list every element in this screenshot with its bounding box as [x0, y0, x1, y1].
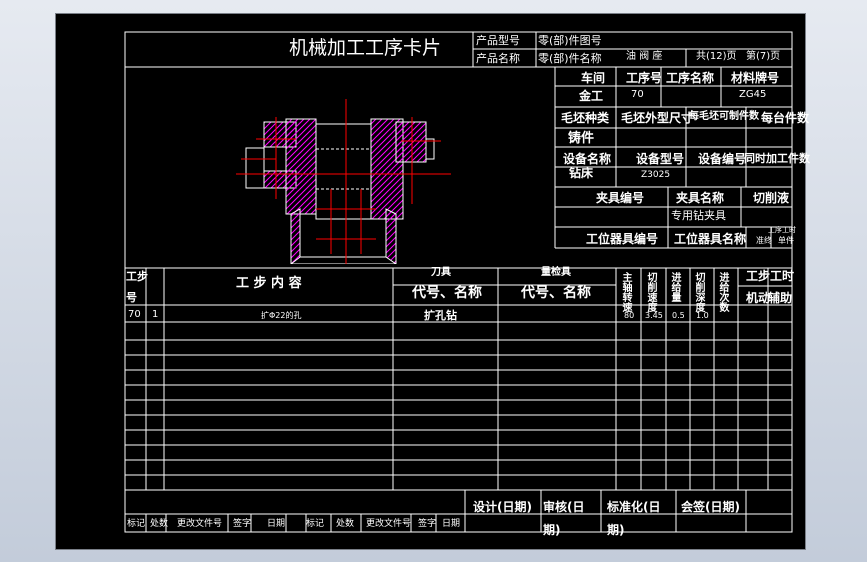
bottom-left-wall	[290, 208, 301, 264]
gauge-code-header: 代号、名称	[521, 285, 591, 301]
equipment-no-label: 设备编号	[698, 152, 747, 166]
part-drawing-no-label: 零(部)件图号	[538, 34, 602, 47]
machine-time-header: 机动	[746, 291, 771, 305]
row-tool: 扩孔钻	[424, 309, 457, 322]
simultaneous-label: 同时加工件数	[744, 152, 810, 165]
row-step-no: 1	[152, 309, 159, 320]
row-depth: 1.0	[696, 311, 709, 320]
product-model-label: 产品型号	[476, 34, 520, 47]
time-unit-label: 单件	[778, 236, 794, 245]
pieces-per-unit-label: 每台件数	[761, 111, 810, 125]
equipment-model-value: Z3025	[641, 170, 671, 180]
sign-label-2: 签字	[418, 519, 437, 529]
mark-label-2: 标记	[306, 519, 325, 529]
blank-type-label: 毛坯种类	[561, 111, 610, 125]
change-doc-label: 更改文件号	[177, 519, 223, 529]
count-label: 处数	[150, 519, 169, 529]
design-date-label: 设计(日期)	[473, 500, 532, 514]
pieces-per-blank-label: 每毛坯可制件数	[689, 111, 759, 122]
right-boss	[425, 138, 435, 160]
equipment-model-label: 设备型号	[636, 152, 685, 166]
part-section-drawing	[236, 99, 451, 264]
equipment-name-label: 设备名称	[563, 152, 612, 166]
row-cutting-speed: 3.45	[645, 311, 663, 320]
station-tool-name-label: 工位器具名称	[674, 232, 747, 246]
equipment-name-value: 钻床	[569, 166, 594, 180]
part-name-value: 油 阀 座	[626, 51, 663, 62]
standardization-date-label: 标准化(日期)	[607, 500, 661, 537]
spindle-speed-header: 主轴转速	[620, 272, 631, 312]
fixture-name-label: 夹具名称	[676, 191, 725, 205]
tool-code-header: 代号、名称	[412, 285, 482, 301]
workshop-value: 金工	[579, 89, 604, 103]
sign-label: 签字	[233, 519, 252, 529]
row-operation-no: 70	[128, 309, 141, 320]
depth-header: 切削深度	[693, 272, 704, 312]
right-flange	[395, 121, 427, 163]
card-title: 机械加工工序卡片	[289, 37, 442, 59]
gauge-header: 量检具	[541, 267, 571, 278]
part-name-label: 零(部)件名称	[538, 52, 602, 65]
date-label: 日期	[267, 519, 286, 529]
feed-header: 进给量	[669, 272, 680, 302]
blank-size-label: 毛坯外型尺寸	[621, 111, 694, 125]
station-tool-no-label: 工位器具编号	[586, 232, 659, 246]
material-label: 材料牌号	[731, 71, 780, 85]
left-boss	[245, 147, 265, 189]
passes-header: 进给次数	[717, 272, 728, 312]
change-doc-label-2: 更改文件号	[366, 519, 412, 529]
fixture-no-label: 夹具编号	[596, 191, 645, 205]
count-label-2: 处数	[336, 519, 355, 529]
step-no-label: 工步	[126, 270, 148, 283]
row-spindle-speed: 80	[624, 311, 635, 320]
operation-name-label: 工序名称	[666, 71, 715, 85]
total-pages: 共(12)页	[696, 51, 737, 62]
drawing-sheet: 机械加工工序卡片 产品型号 零(部)件图号 产品名称 零(部)件名称 油 阀 座…	[55, 13, 810, 550]
row-content: 扩Φ22的孔	[261, 311, 302, 320]
coolant-label: 切削液	[753, 191, 790, 205]
aux-time-header: 辅助	[768, 291, 793, 305]
material-value: ZG45	[739, 89, 767, 100]
row-feed: 0.5	[672, 311, 685, 320]
operation-time-label: 工序工时	[768, 226, 796, 234]
operation-no-label: 工序号	[626, 71, 663, 85]
cutting-speed-header: 切削速度	[645, 272, 656, 312]
time-standard-label: 准终	[756, 236, 772, 245]
mark-label: 标记	[127, 519, 146, 529]
step-time-header: 工步工时	[746, 269, 795, 283]
product-name-label: 产品名称	[476, 52, 520, 65]
blank-type-value: 铸件	[568, 131, 595, 146]
workshop-label: 车间	[581, 71, 606, 85]
tool-header: 刀具	[431, 267, 451, 278]
page-number: 第(7)页	[746, 51, 781, 62]
step-no-label-b: 号	[126, 291, 137, 304]
operation-no-value: 70	[631, 89, 644, 100]
step-content-header: 工 步 内 容	[236, 276, 302, 291]
countersign-date-label: 会签(日期)	[681, 500, 740, 514]
review-date-label: 审核(日期)	[543, 500, 585, 537]
date-label-2: 日期	[442, 519, 461, 529]
fixture-name-value: 专用钻夹具	[671, 209, 726, 222]
left-wall	[285, 118, 317, 215]
bottom-right-wall	[385, 208, 397, 264]
